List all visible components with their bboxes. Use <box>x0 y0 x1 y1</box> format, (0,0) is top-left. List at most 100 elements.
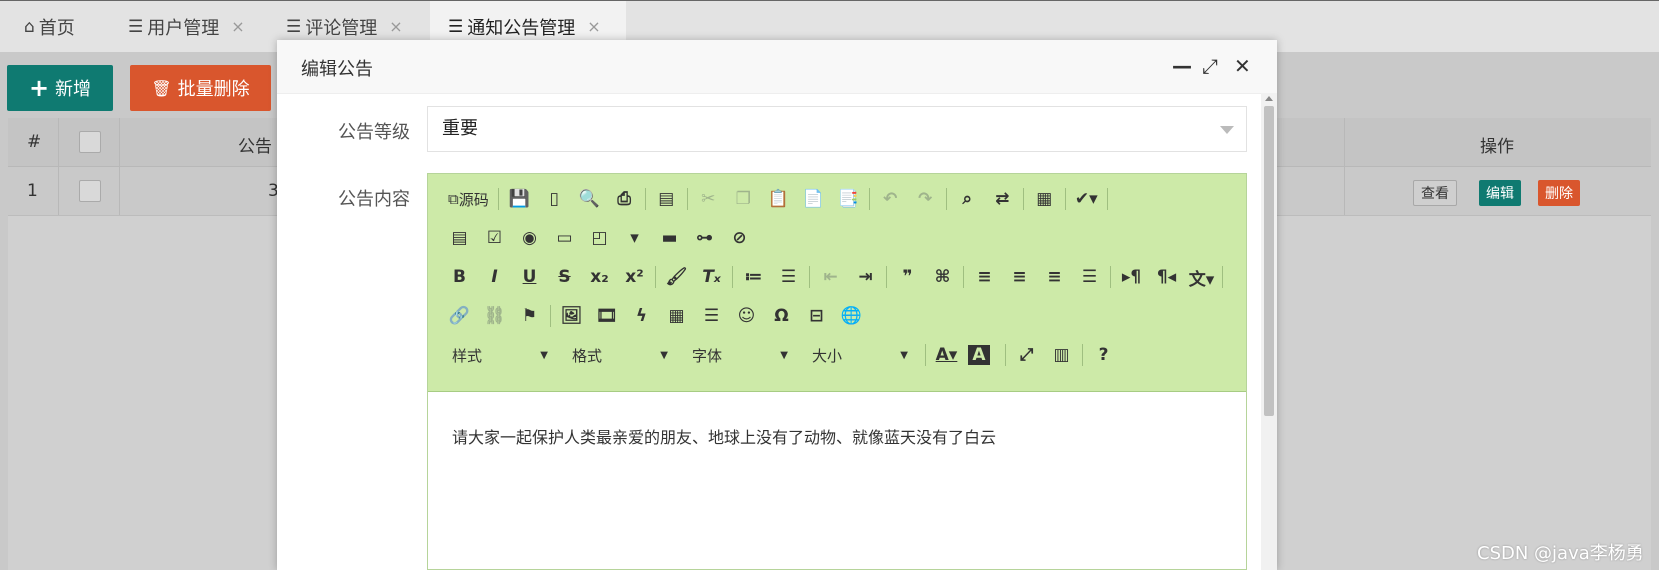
page-break-icon[interactable]: ⊟ <box>799 301 834 331</box>
paste-text-icon[interactable]: 📄 <box>796 184 831 214</box>
textfield-icon[interactable]: ▭ <box>547 223 582 253</box>
chevron-down-icon: ▼ <box>900 349 908 361</box>
tab-label: 通知公告管理 <box>467 17 576 39</box>
new-page-icon[interactable]: ▯ <box>537 184 572 214</box>
find-icon[interactable]: ⌕ <box>950 184 985 214</box>
separator <box>497 188 499 210</box>
format-combo[interactable]: 格式 ▼ <box>562 341 674 369</box>
iframe-globe-icon[interactable]: 🌐 <box>834 301 869 331</box>
hidden-field-icon[interactable]: ⊘ <box>722 223 757 253</box>
bold-icon[interactable]: B <box>442 262 477 292</box>
scrollbar-thumb[interactable] <box>1264 106 1274 416</box>
textarea-icon[interactable]: ◰ <box>582 223 617 253</box>
div-container-icon[interactable]: ⌘ <box>925 262 960 292</box>
select-all-icon[interactable]: ▦ <box>1027 184 1062 214</box>
blockquote-icon[interactable]: ❞ <box>890 262 925 292</box>
add-button[interactable]: + 新增 <box>7 65 113 111</box>
select-field-icon[interactable]: ▾ <box>617 223 652 253</box>
copy-icon[interactable]: ❐ <box>726 184 761 214</box>
ltr-icon[interactable]: ▸¶ <box>1114 262 1149 292</box>
column-divider <box>119 118 120 215</box>
language-icon[interactable]: 文▾ <box>1184 262 1219 292</box>
indent-icon[interactable]: ⇥ <box>848 262 883 292</box>
button-icon[interactable]: ▬ <box>652 223 687 253</box>
spellcheck-icon[interactable]: ✔▾ <box>1069 184 1104 214</box>
scroll-up-icon[interactable] <box>1265 96 1273 101</box>
minimize-icon[interactable]: — <box>1172 56 1192 76</box>
rich-text-editor[interactable]: ⧉ 源码 💾 ▯ 🔍 ⎙ ▤ ✂ ❐ 📋 📄 📑 ↶ ↷ ⌕ ⇄ ▦ ✔▾ ▤ … <box>427 173 1247 570</box>
paste-word-icon[interactable]: 📑 <box>831 184 866 214</box>
checkbox-icon[interactable]: ☑ <box>477 223 512 253</box>
smiley-icon[interactable]: ☺ <box>729 301 764 331</box>
align-center-icon[interactable]: ≡ <box>1002 262 1037 292</box>
bulleted-list-icon[interactable]: ☰ <box>771 262 806 292</box>
view-button[interactable]: 查看 <box>1413 180 1457 206</box>
image-icon[interactable]: 🖼 <box>554 301 589 331</box>
close-icon[interactable]: ✕ <box>1234 56 1251 76</box>
edit-button[interactable]: 编辑 <box>1479 180 1521 206</box>
size-combo[interactable]: 大小 ▼ <box>802 341 914 369</box>
numbered-list-icon[interactable]: ≔ <box>736 262 771 292</box>
radio-icon[interactable]: ◉ <box>512 223 547 253</box>
redo-icon[interactable]: ↷ <box>908 184 943 214</box>
help-icon[interactable]: ? <box>1086 340 1121 370</box>
font-combo[interactable]: 字体 ▼ <box>682 341 794 369</box>
italic-icon[interactable]: I <box>477 262 512 292</box>
editor-content[interactable]: 请大家一起保护人类最亲爱的朋友、地球上没有了动物、就像蓝天没有了白云 <box>452 424 996 448</box>
copy-format-icon[interactable]: 🖌 <box>659 262 694 292</box>
special-char-icon[interactable]: Ω <box>764 301 799 331</box>
tab-home[interactable]: ⌂ 首页 <box>24 1 75 52</box>
rtl-icon[interactable]: ¶◂ <box>1149 262 1184 292</box>
align-right-icon[interactable]: ≡ <box>1037 262 1072 292</box>
styles-combo[interactable]: 样式 ▼ <box>442 341 554 369</box>
superscript-icon[interactable]: x² <box>617 262 652 292</box>
batch-delete-button[interactable]: 🗑 批量删除 <box>130 65 271 111</box>
align-left-icon[interactable]: ≡ <box>967 262 1002 292</box>
list-icon: ☰ <box>128 16 144 37</box>
separator <box>1222 266 1223 288</box>
underline-icon[interactable]: U <box>512 262 547 292</box>
remove-format-icon[interactable]: Tₓ <box>694 262 729 292</box>
replace-icon[interactable]: ⇄ <box>985 184 1020 214</box>
link-icon[interactable]: 🔗 <box>442 301 477 331</box>
select-all-checkbox[interactable] <box>79 131 101 153</box>
outdent-icon[interactable]: ⇤ <box>813 262 848 292</box>
paste-icon[interactable]: 📋 <box>761 184 796 214</box>
show-blocks-icon[interactable]: ▥ <box>1044 340 1079 370</box>
text-color-icon[interactable]: A▾ <box>929 340 964 370</box>
save-icon[interactable]: 💾 <box>502 184 537 214</box>
add-button-label: 新增 <box>55 79 92 100</box>
maximize-editor-icon[interactable]: ⤢ <box>1009 340 1044 370</box>
table-icon[interactable]: ▦ <box>659 301 694 331</box>
print-icon[interactable]: ⎙ <box>607 184 642 214</box>
unlink-icon[interactable]: ⛓ <box>477 301 512 331</box>
form-icon[interactable]: ▤ <box>442 223 477 253</box>
close-icon[interactable]: × <box>587 17 600 36</box>
row-checkbox[interactable] <box>79 180 101 202</box>
tab-user-management[interactable]: ☰ 用户管理 × <box>128 1 245 52</box>
dialog-scrollbar[interactable] <box>1261 93 1277 570</box>
close-icon[interactable]: × <box>389 17 402 36</box>
level-select-value: 重要 <box>442 118 478 139</box>
template-icon[interactable]: ▤ <box>649 184 684 214</box>
separator <box>925 344 926 366</box>
source-button[interactable]: ⧉ 源码 <box>442 184 495 214</box>
flash-video-icon[interactable]: 🎞 <box>589 301 624 331</box>
delete-button[interactable]: 删除 <box>1538 180 1580 206</box>
strikethrough-icon[interactable]: S <box>547 262 582 292</box>
undo-icon[interactable]: ↶ <box>873 184 908 214</box>
horizontal-rule-icon[interactable]: ☰ <box>694 301 729 331</box>
anchor-flag-icon[interactable]: ⚑ <box>512 301 547 331</box>
subscript-icon[interactable]: x₂ <box>582 262 617 292</box>
bg-color-icon[interactable]: A <box>968 345 990 365</box>
maximize-icon[interactable]: ⤢ <box>1202 56 1218 76</box>
image-button-icon[interactable]: ⊶ <box>687 223 722 253</box>
separator <box>1064 188 1066 210</box>
cut-icon[interactable]: ✂ <box>691 184 726 214</box>
align-justify-icon[interactable]: ☰ <box>1072 262 1107 292</box>
flash-icon[interactable]: ϟ <box>624 301 659 331</box>
editor-toolbar: ⧉ 源码 💾 ▯ 🔍 ⎙ ▤ ✂ ❐ 📋 📄 📑 ↶ ↷ ⌕ ⇄ ▦ ✔▾ ▤ … <box>428 174 1246 392</box>
preview-icon[interactable]: 🔍 <box>572 184 607 214</box>
close-icon[interactable]: × <box>231 17 244 36</box>
level-select[interactable]: 重要 <box>427 106 1247 152</box>
